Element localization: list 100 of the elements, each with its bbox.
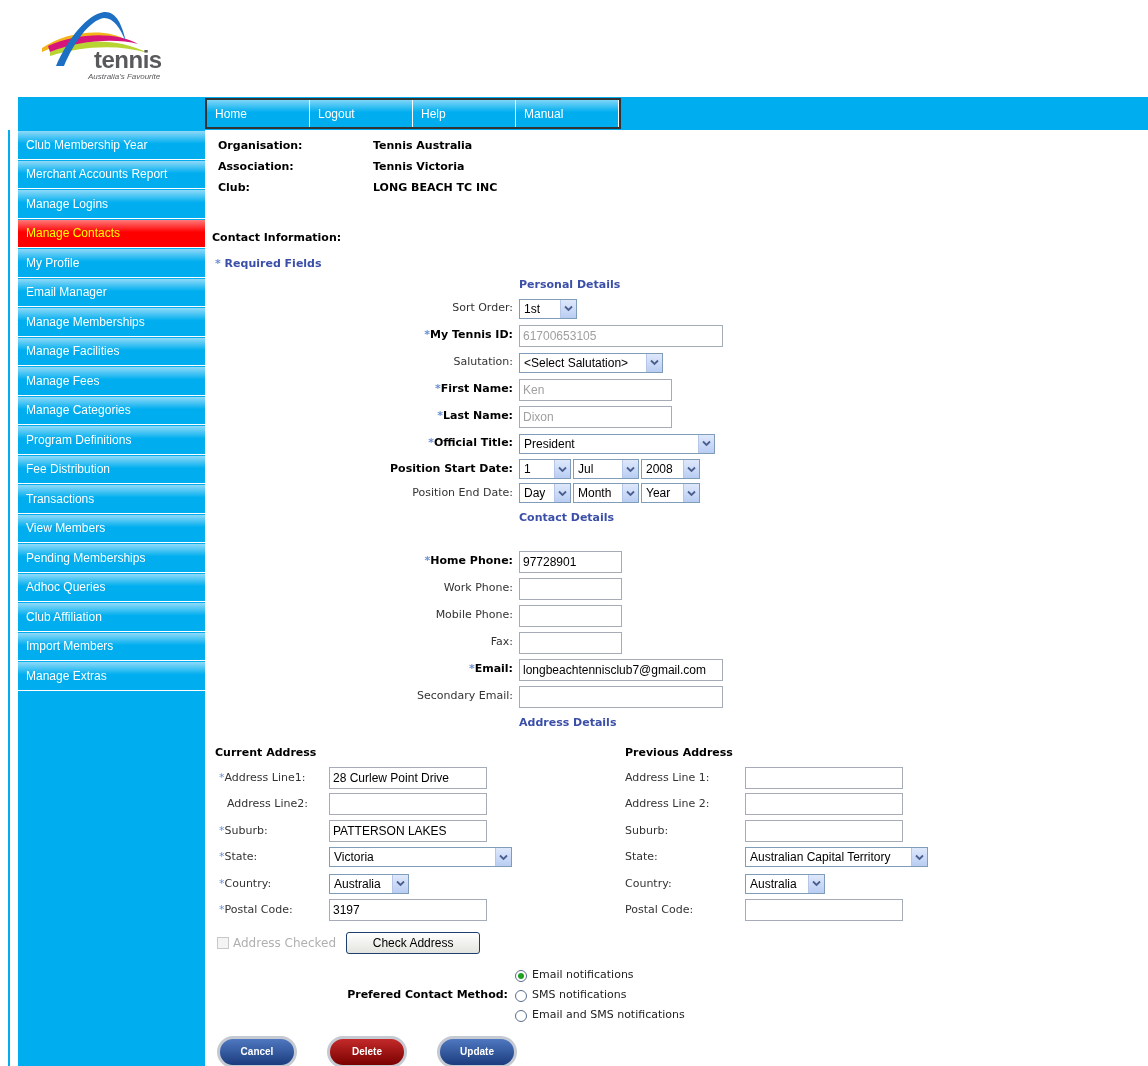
- dropdown[interactable]: Day: [519, 483, 571, 503]
- field-label: Address Line 2:: [625, 797, 710, 810]
- field-label: Position Start Date:: [390, 460, 513, 477]
- text-field[interactable]: 3197: [329, 899, 487, 922]
- field-label: Suburb:: [625, 823, 669, 837]
- chevron-down-icon: [915, 853, 924, 861]
- text-field[interactable]: [519, 577, 622, 600]
- sidebar-item[interactable]: Club Affiliation: [18, 603, 205, 632]
- text-field[interactable]: longbeachtennisclub7@gmail.com: [519, 658, 723, 681]
- sidebar-item[interactable]: Manage Categories: [18, 396, 205, 425]
- nav-link[interactable]: Help: [413, 100, 516, 127]
- field-label: *First Name:: [434, 381, 513, 398]
- sidebar-item[interactable]: Email Manager: [18, 278, 205, 307]
- info-value: LONG BEACH TC INC: [373, 180, 498, 197]
- radio-button[interactable]: [515, 1009, 527, 1022]
- chevron-down-icon: [558, 465, 567, 473]
- field-label: Salutation:: [453, 354, 513, 371]
- sidebar-item[interactable]: Manage Facilities: [18, 337, 205, 366]
- field-label: Prefered Contact Method:: [347, 987, 508, 1004]
- logo-wordmark: tennis: [94, 48, 162, 72]
- nav-link[interactable]: Logout: [310, 100, 413, 127]
- dropdown[interactable]: Australia: [745, 873, 825, 894]
- info-label: Organisation:: [218, 138, 304, 155]
- field-label: Secondary Email:: [417, 688, 513, 705]
- text-field[interactable]: 97728901: [519, 550, 622, 573]
- section-heading: Personal Details: [519, 276, 621, 293]
- sidebar-item[interactable]: Manage Memberships: [18, 308, 205, 337]
- text-field[interactable]: [329, 793, 487, 816]
- text-field[interactable]: 28 Curlew Point Drive: [329, 766, 487, 789]
- field-label: Postal Code:: [625, 903, 694, 916]
- sidebar-item[interactable]: Club Membership Year: [18, 131, 205, 160]
- field-label: *Official Title:: [428, 435, 513, 452]
- dropdown[interactable]: Australia: [329, 873, 409, 894]
- sidebar-item[interactable]: Transactions: [18, 485, 205, 514]
- required-fields-note: * Required Fields: [214, 255, 323, 272]
- sidebar-item[interactable]: Manage Fees: [18, 367, 205, 396]
- sidebar-item[interactable]: Fee Distribution: [18, 455, 205, 484]
- nav-link[interactable]: Manual: [516, 100, 619, 127]
- dropdown[interactable]: Australian Capital Territory: [745, 847, 928, 868]
- sidebar-item[interactable]: Manage Logins: [18, 190, 205, 219]
- sidebar-item[interactable]: Manage Contacts: [18, 219, 205, 248]
- chevron-down-icon: [626, 465, 635, 473]
- info-value: Tennis Australia: [373, 138, 473, 155]
- field-label: *Suburb:: [219, 823, 268, 837]
- sidebar-item[interactable]: Import Members: [18, 632, 205, 661]
- dropdown[interactable]: Victoria: [329, 847, 512, 868]
- chevron-down-icon: [650, 359, 659, 366]
- radio-label: Email and SMS notifications: [532, 1007, 685, 1024]
- radio-button[interactable]: [515, 969, 527, 982]
- chevron-down-icon: [687, 489, 696, 497]
- dropdown[interactable]: <Select Salutation>: [519, 352, 663, 373]
- info-label: Club:: [218, 180, 251, 197]
- sidebar-item[interactable]: Pending Memberships: [18, 544, 205, 573]
- field-label: Work Phone:: [443, 580, 513, 597]
- dropdown[interactable]: 1: [519, 459, 571, 479]
- field-label: *State:: [219, 850, 258, 863]
- action-button[interactable]: Update: [437, 1035, 517, 1066]
- sidebar-item[interactable]: Adhoc Queries: [18, 573, 205, 602]
- radio-button[interactable]: [515, 989, 527, 1002]
- field-label: *Email:: [468, 661, 513, 678]
- chevron-down-icon: [564, 305, 573, 312]
- action-button[interactable]: Delete: [327, 1035, 407, 1066]
- text-field[interactable]: [745, 899, 903, 922]
- text-field[interactable]: [745, 819, 903, 842]
- checkbox-label: Address Checked: [233, 934, 337, 952]
- text-field[interactable]: [745, 793, 903, 816]
- check-address-button[interactable]: Check Address: [346, 931, 481, 954]
- chevron-down-icon: [626, 489, 635, 497]
- dropdown[interactable]: President: [519, 433, 715, 454]
- sidebar-item[interactable]: View Members: [18, 514, 205, 543]
- dropdown[interactable]: Jul: [573, 459, 639, 479]
- text-field[interactable]: [519, 631, 622, 654]
- chevron-down-icon: [499, 853, 508, 861]
- field-label: State:: [625, 850, 658, 863]
- dropdown[interactable]: Year: [641, 483, 700, 503]
- field-label: Address Line 1:: [625, 770, 710, 784]
- address-heading: Previous Address: [625, 745, 734, 761]
- dropdown[interactable]: 2008: [641, 459, 700, 479]
- dropdown[interactable]: Month: [573, 483, 639, 503]
- sidebar-item[interactable]: Merchant Accounts Report: [18, 160, 205, 189]
- section-heading: Contact Details: [519, 509, 615, 526]
- section-heading: Address Details: [519, 714, 617, 731]
- field-label: Fax:: [490, 634, 513, 651]
- chevron-down-icon: [812, 880, 821, 888]
- nav-link[interactable]: Home: [207, 100, 310, 127]
- logo-tagline: Australia's Favourite: [88, 73, 161, 81]
- radio-label: SMS notifications: [532, 987, 627, 1004]
- text-field[interactable]: [519, 604, 622, 627]
- sidebar-item[interactable]: My Profile: [18, 249, 205, 278]
- action-button[interactable]: Cancel: [217, 1035, 297, 1066]
- text-field[interactable]: PATTERSON LAKES: [329, 819, 487, 842]
- dropdown[interactable]: 1st: [519, 298, 577, 319]
- text-field[interactable]: [519, 685, 723, 708]
- sidebar-item[interactable]: Program Definitions: [18, 426, 205, 455]
- field-label: Sort Order:: [452, 300, 513, 317]
- section-title: Contact Information:: [212, 230, 343, 246]
- sidebar-item[interactable]: Manage Extras: [18, 662, 205, 691]
- field-label: *My Tennis ID:: [424, 327, 513, 344]
- text-field[interactable]: [745, 766, 903, 789]
- chevron-down-icon: [702, 440, 711, 447]
